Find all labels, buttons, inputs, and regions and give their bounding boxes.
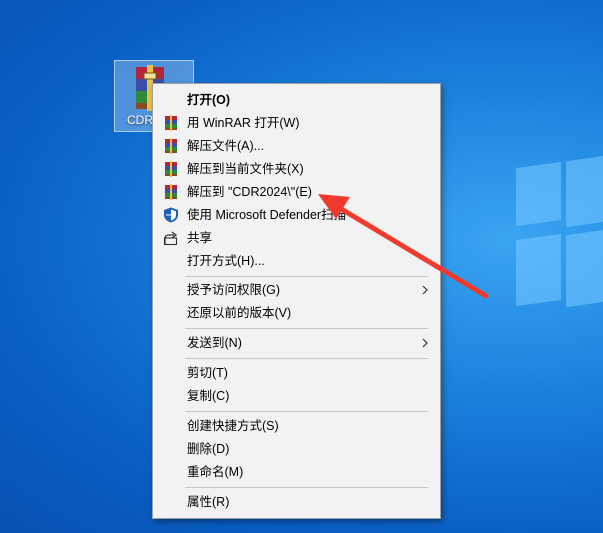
annotation-arrow [318, 194, 489, 299]
